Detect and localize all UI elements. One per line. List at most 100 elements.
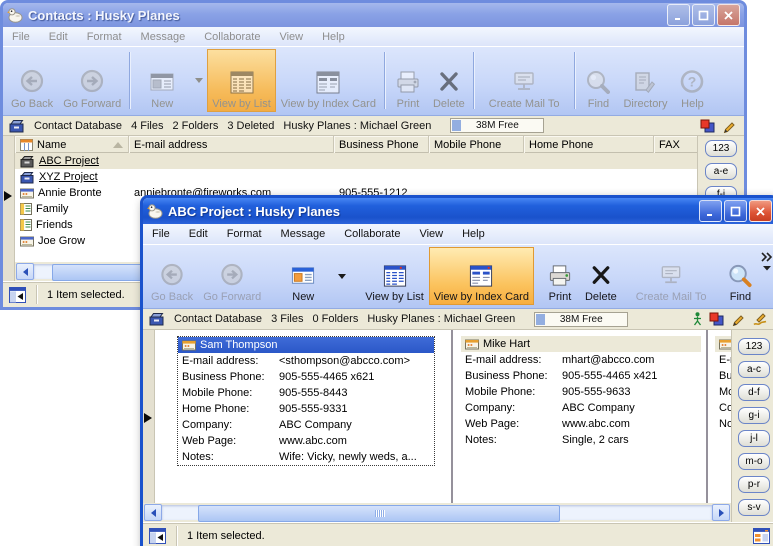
info-bar: Contact Database 3 Files 0 Folders Husky… bbox=[143, 309, 773, 330]
menu-help[interactable]: Help bbox=[462, 228, 485, 240]
tab-123[interactable]: 123 bbox=[705, 140, 737, 157]
tab-123[interactable]: 123 bbox=[738, 338, 770, 355]
print-button[interactable]: Print bbox=[540, 247, 580, 305]
column-header-fax[interactable]: FAX bbox=[654, 136, 697, 153]
find-button[interactable]: Find bbox=[720, 247, 760, 305]
infobar-account: Husky Planes : Michael Green bbox=[283, 120, 431, 132]
app-duck-icon bbox=[7, 7, 23, 23]
new-dropdown-arrow-icon[interactable] bbox=[338, 274, 346, 279]
tab-a-e[interactable]: a-e bbox=[705, 163, 737, 180]
menu-collaborate[interactable]: Collaborate bbox=[204, 31, 260, 43]
edit-pencil-icon[interactable] bbox=[722, 119, 736, 133]
svg-text:?: ? bbox=[688, 74, 697, 90]
tab-p-r[interactable]: p-r bbox=[738, 476, 770, 493]
tab-m-o[interactable]: m-o bbox=[738, 453, 770, 470]
delete-button[interactable]: Delete bbox=[580, 247, 622, 305]
delete-icon bbox=[434, 69, 464, 96]
column-header-mobile-phone[interactable]: Mobile Phone bbox=[429, 136, 524, 153]
column-header-email[interactable]: E-mail address bbox=[129, 136, 334, 153]
person-icon[interactable] bbox=[693, 312, 702, 326]
tab-a-c[interactable]: a-c bbox=[738, 361, 770, 378]
tab-j-l[interactable]: j-l bbox=[738, 430, 770, 447]
go-back-button[interactable]: Go Back bbox=[146, 247, 198, 305]
index-card-mike-hart[interactable]: Mike Hart E-mail address:mhart@abcco.com… bbox=[461, 336, 701, 448]
abc-project-titlebar[interactable]: ABC Project : Husky Planes bbox=[143, 198, 773, 224]
minimize-button[interactable] bbox=[667, 4, 690, 26]
current-row-marker bbox=[4, 191, 12, 201]
toolbar-overflow-chevron-icon[interactable] bbox=[760, 247, 773, 305]
edit-pencil-icon[interactable] bbox=[731, 312, 745, 326]
column-header-home-phone[interactable]: Home Phone bbox=[524, 136, 654, 153]
view-by-index-card-button[interactable]: View by Index Card bbox=[276, 49, 381, 112]
menu-bar: File Edit Format Message Collaborate Vie… bbox=[3, 27, 744, 47]
menu-edit[interactable]: Edit bbox=[189, 228, 208, 240]
scroll-left-button[interactable] bbox=[16, 263, 34, 280]
menu-format[interactable]: Format bbox=[87, 31, 122, 43]
go-back-button[interactable]: Go Back bbox=[6, 49, 58, 112]
view-by-list-button[interactable]: View by List bbox=[360, 247, 429, 305]
field-label: Mobile Phone: bbox=[465, 386, 562, 398]
card-divider bbox=[451, 330, 453, 503]
new-dropdown-arrow-icon[interactable] bbox=[195, 78, 203, 83]
index-card-partial[interactable]: E-mail address: Business Phone: Mobile P… bbox=[715, 336, 731, 432]
close-button[interactable] bbox=[749, 200, 772, 222]
card-header[interactable] bbox=[715, 336, 731, 352]
folders-panel-toggle-icon[interactable] bbox=[149, 528, 166, 544]
card-header[interactable]: Sam Thompson bbox=[178, 337, 434, 353]
contact-card-icon bbox=[20, 188, 34, 199]
go-forward-button[interactable]: Go Forward bbox=[198, 247, 266, 305]
tab-d-f[interactable]: d-f bbox=[738, 384, 770, 401]
list-column-headers: Name E-mail address Business Phone Mobil… bbox=[15, 136, 697, 153]
menu-help[interactable]: Help bbox=[322, 31, 345, 43]
find-button[interactable]: Find bbox=[578, 49, 618, 112]
scrollbar-track[interactable] bbox=[162, 505, 712, 520]
minimize-button[interactable] bbox=[699, 200, 722, 222]
create-mail-to-button[interactable]: Create Mail To bbox=[628, 247, 715, 305]
categories-icon[interactable] bbox=[700, 119, 715, 133]
table-row[interactable]: XYZ Project bbox=[15, 169, 697, 185]
tab-s-v[interactable]: s-v bbox=[738, 499, 770, 516]
view-panel-icon[interactable] bbox=[753, 528, 770, 544]
help-button[interactable]: ? Help bbox=[672, 49, 712, 112]
free-space-fill bbox=[452, 120, 461, 131]
tab-g-i[interactable]: g-i bbox=[738, 407, 770, 424]
scroll-right-button[interactable] bbox=[712, 504, 730, 521]
delete-button[interactable]: Delete bbox=[428, 49, 470, 112]
folders-panel-toggle-icon[interactable] bbox=[9, 287, 26, 303]
menu-collaborate[interactable]: Collaborate bbox=[344, 228, 400, 240]
index-cards-area: Sam Thompson E-mail address:<sthompson@a… bbox=[155, 330, 731, 503]
menu-edit[interactable]: Edit bbox=[49, 31, 68, 43]
delete-icon bbox=[586, 263, 616, 289]
menu-format[interactable]: Format bbox=[227, 228, 262, 240]
contacts-titlebar[interactable]: Contacts : Husky Planes bbox=[3, 3, 744, 27]
menu-message[interactable]: Message bbox=[141, 31, 186, 43]
new-button[interactable]: New bbox=[272, 247, 334, 305]
index-card-sam-thompson[interactable]: Sam Thompson E-mail address:<sthompson@a… bbox=[177, 336, 435, 466]
menu-view[interactable]: View bbox=[279, 31, 303, 43]
field-value: mhart@abcco.com bbox=[562, 354, 701, 366]
new-button[interactable]: New bbox=[133, 49, 191, 112]
menu-file[interactable]: File bbox=[152, 228, 170, 240]
print-button[interactable]: Print bbox=[388, 49, 428, 112]
column-header-name[interactable]: Name bbox=[15, 136, 129, 153]
menu-view[interactable]: View bbox=[419, 228, 443, 240]
scrollbar-thumb[interactable] bbox=[198, 505, 560, 522]
menu-file[interactable]: File bbox=[12, 31, 30, 43]
directory-button[interactable]: Directory bbox=[618, 49, 672, 112]
menu-message[interactable]: Message bbox=[281, 228, 326, 240]
contact-card-icon bbox=[719, 339, 731, 350]
maximize-button[interactable] bbox=[724, 200, 747, 222]
go-forward-button[interactable]: Go Forward bbox=[58, 49, 126, 112]
list-left-margin bbox=[3, 136, 15, 281]
view-by-index-card-button[interactable]: View by Index Card bbox=[429, 247, 534, 305]
column-header-business-phone[interactable]: Business Phone bbox=[334, 136, 429, 153]
maximize-button[interactable] bbox=[692, 4, 715, 26]
categories-icon[interactable] bbox=[709, 312, 724, 326]
close-button[interactable] bbox=[717, 4, 740, 26]
table-row[interactable]: ABC Project bbox=[15, 153, 697, 169]
create-mail-to-button[interactable]: Create Mail To bbox=[477, 49, 572, 112]
card-header[interactable]: Mike Hart bbox=[461, 336, 701, 352]
view-by-list-button[interactable]: View by List bbox=[207, 49, 276, 112]
signature-pencil-icon[interactable] bbox=[752, 312, 768, 326]
scroll-left-button[interactable] bbox=[144, 504, 162, 521]
